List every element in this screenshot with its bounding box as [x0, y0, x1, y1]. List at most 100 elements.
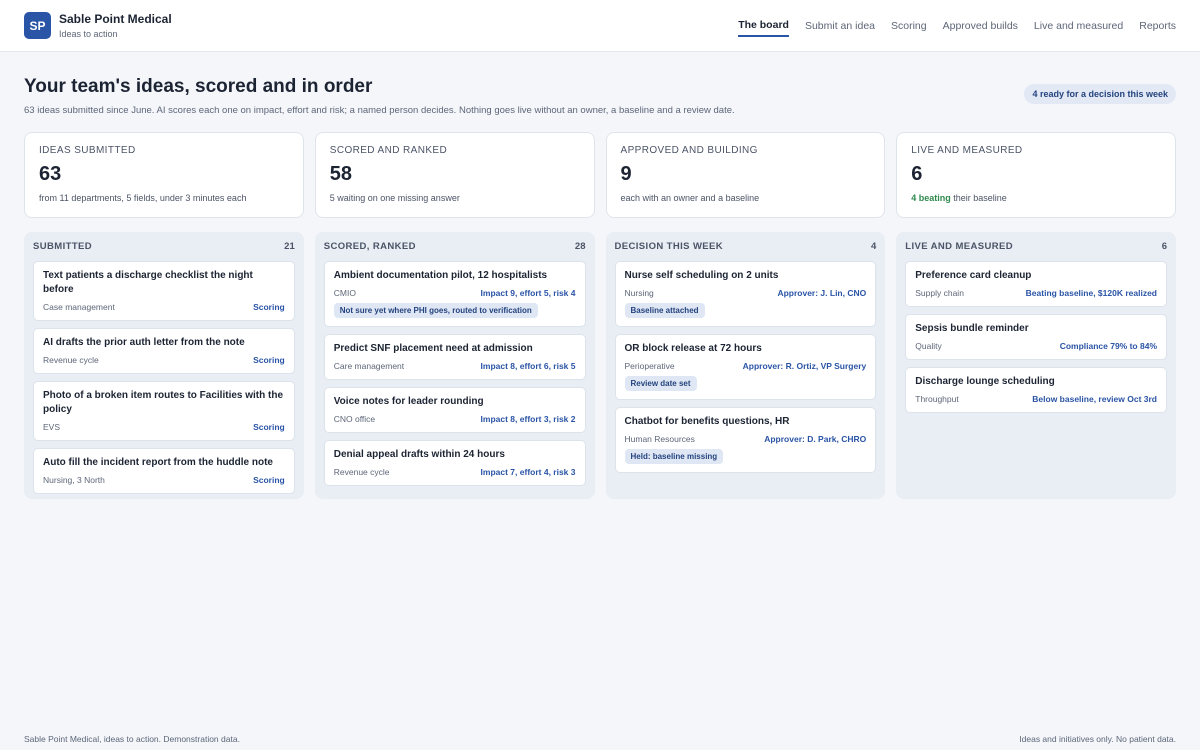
stat-label: LIVE AND MEASURED: [911, 145, 1023, 156]
idea-card[interactable]: Discharge lounge scheduling Throughput Bel…: [905, 367, 1167, 413]
main-nav: The board Submit an idea Scoring Approve…: [722, 15, 1176, 37]
idea-card[interactable]: Photo of a broken item routes to Facilit…: [33, 381, 295, 441]
card-meta: Revenue cycle Scoring: [43, 355, 285, 365]
card-title: Discharge lounge scheduling: [915, 376, 1055, 387]
nav-submit-an-idea[interactable]: Submit an idea: [805, 16, 875, 36]
idea-card[interactable]: Sepsis bundle reminder Quality Compliance …: [905, 314, 1167, 360]
card-meta: Throughput Below baseline, review Oct 3rd: [915, 394, 1157, 404]
column-live-and-measured: LIVE AND MEASURED 6 Preference card cleanu…: [896, 232, 1176, 499]
card-status[interactable]: Approver: J. Lin, CNO: [777, 288, 866, 298]
column-title: DECISION THIS WEEK: [614, 241, 724, 252]
stat-note: from 11 departments, 5 fields, under 3 m…: [39, 193, 247, 203]
card-status[interactable]: Approver: D. Park, CHRO: [764, 434, 866, 444]
card-department: CMIO: [333, 288, 356, 298]
card-title: AI drafts the prior auth letter from the…: [43, 337, 245, 348]
nav-reports[interactable]: Reports: [1139, 16, 1176, 36]
stat-note: each with an owner and a baseline: [620, 193, 760, 203]
stat-note-highlight: 4 beating: [911, 193, 951, 203]
card-status[interactable]: Impact 9, effort 5, risk 4: [481, 288, 576, 298]
card-department: Revenue cycle: [333, 467, 390, 477]
stat-label: SCORED AND RANKED: [329, 145, 448, 156]
page-subtitle: 63 ideas submitted since June. AI scores…: [24, 105, 735, 116]
card-meta: Human Resources Approver: D. Park, CHRO: [625, 434, 867, 444]
card-status[interactable]: Approver: R. Ortiz, VP Surgery: [743, 361, 867, 371]
card-status[interactable]: Scoring: [253, 302, 285, 312]
idea-card[interactable]: Chatbot for benefits questions, HR Human …: [614, 407, 877, 473]
card-status[interactable]: Below baseline, review Oct 3rd: [1032, 394, 1157, 404]
card-title: OR block release at 72 hours: [624, 343, 762, 354]
card-status[interactable]: Scoring: [253, 422, 285, 432]
card-title: Voice notes for leader rounding: [333, 396, 484, 407]
card-status[interactable]: Impact 8, effort 3, risk 2: [481, 414, 576, 424]
card-title: Denial appeal drafts within 24 hours: [333, 449, 505, 460]
card-department: Nursing: [624, 288, 654, 298]
stats-row: IDEAS SUBMITTED 63 from 11 departments, …: [0, 132, 1200, 218]
card-meta: Care management Impact 8, effort 6, risk …: [334, 361, 576, 371]
card-status[interactable]: Scoring: [253, 475, 285, 485]
stat-label: APPROVED AND BUILDING: [620, 145, 758, 156]
card-department: Nursing, 3 North: [43, 475, 105, 485]
decision-ready-badge[interactable]: 4 ready for a decision this week: [1024, 84, 1176, 104]
card-status[interactable]: Compliance 79% to 84%: [1060, 341, 1157, 351]
card-tag: Held: baseline missing: [624, 449, 724, 464]
stat-note: 4 beating their baseline: [911, 193, 1161, 203]
idea-card[interactable]: Auto fill the incident report from the h…: [33, 448, 295, 494]
nav-scoring[interactable]: Scoring: [891, 16, 927, 36]
column-title: SCORED, RANKED: [323, 241, 416, 252]
idea-card[interactable]: Predict SNF placement need at admission C…: [323, 334, 586, 380]
idea-card[interactable]: Preference card cleanup Supply chain Beati…: [905, 261, 1167, 307]
card-title: Auto fill the incident report from the h…: [43, 457, 273, 468]
brand-name: Sable Point Medical: [59, 12, 172, 26]
stat-card-live-and-measured: LIVE AND MEASURED 6 4 beating their base…: [896, 132, 1176, 218]
brand-tagline: Ideas to action: [59, 29, 118, 39]
idea-card[interactable]: AI drafts the prior auth letter from the…: [33, 328, 295, 374]
card-title: Photo of a broken item routes to Facilit…: [43, 390, 284, 415]
idea-card[interactable]: OR block release at 72 hours Perioperativ…: [614, 334, 877, 400]
footer-left: Sable Point Medical, ideas to action. De…: [24, 734, 240, 744]
card-department: Human Resources: [624, 434, 695, 444]
top-bar: SP Sable Point Medical Ideas to action T…: [0, 0, 1200, 52]
card-status[interactable]: Impact 7, effort 4, risk 3: [481, 467, 576, 477]
card-department: Case management: [43, 302, 115, 312]
brand[interactable]: SP Sable Point Medical Ideas to action: [24, 12, 172, 39]
column-header: LIVE AND MEASURED 6: [905, 240, 1167, 252]
idea-card[interactable]: Ambient documentation pilot, 12 hospital…: [323, 261, 586, 327]
card-meta: Case management Scoring: [43, 302, 285, 312]
column-count: 28: [574, 241, 586, 252]
card-status[interactable]: Impact 8, effort 6, risk 5: [481, 361, 576, 371]
column-header: DECISION THIS WEEK 4: [615, 240, 877, 252]
card-tag: Not sure yet where PHI goes, routed to v…: [333, 303, 538, 318]
column-count: 4: [870, 241, 877, 252]
stat-card-ideas-submitted: IDEAS SUBMITTED 63 from 11 departments, …: [24, 132, 304, 218]
stat-value: 58: [329, 163, 352, 185]
stat-card-scored-and-ranked: SCORED AND RANKED 58 5 waiting on one mi…: [314, 132, 595, 218]
column-title: LIVE AND MEASURED: [905, 241, 1014, 252]
card-department: Revenue cycle: [43, 355, 99, 365]
card-title: Text patients a discharge checklist the …: [43, 270, 253, 295]
card-meta: EVS Scoring: [43, 422, 285, 432]
idea-card[interactable]: Text patients a discharge checklist the …: [33, 261, 295, 321]
nav-approved-builds[interactable]: Approved builds: [943, 16, 1018, 36]
nav-the-board[interactable]: The board: [738, 15, 789, 37]
idea-card[interactable]: Nurse self scheduling on 2 units Nursing A…: [614, 261, 877, 327]
column-title: SUBMITTED: [33, 241, 93, 252]
stat-value: 6: [911, 163, 923, 185]
card-title: Nurse self scheduling on 2 units: [624, 270, 779, 281]
card-meta: Quality Compliance 79% to 84%: [915, 341, 1157, 351]
stat-label: IDEAS SUBMITTED: [39, 145, 136, 156]
card-status[interactable]: Beating baseline, $120K realized: [1026, 288, 1157, 298]
idea-card[interactable]: Denial appeal drafts within 24 hours Reve…: [323, 440, 586, 486]
stat-note: 5 waiting on one missing answer: [329, 193, 460, 203]
card-department: Quality: [915, 341, 942, 351]
card-department: Perioperative: [624, 361, 675, 371]
card-title: Preference card cleanup: [915, 270, 1032, 281]
idea-card[interactable]: Voice notes for leader rounding CNO offic…: [323, 387, 586, 433]
column-count: 21: [284, 241, 295, 252]
card-status[interactable]: Scoring: [253, 355, 285, 365]
stat-note-rest: their baseline: [950, 193, 1007, 203]
card-title: Sepsis bundle reminder: [915, 323, 1029, 334]
card-tag: Baseline attached: [624, 303, 705, 318]
nav-live-and-measured[interactable]: Live and measured: [1034, 16, 1123, 36]
page-header: Your team's ideas, scored and in order 6…: [0, 76, 1200, 116]
column-count: 6: [1161, 241, 1167, 252]
